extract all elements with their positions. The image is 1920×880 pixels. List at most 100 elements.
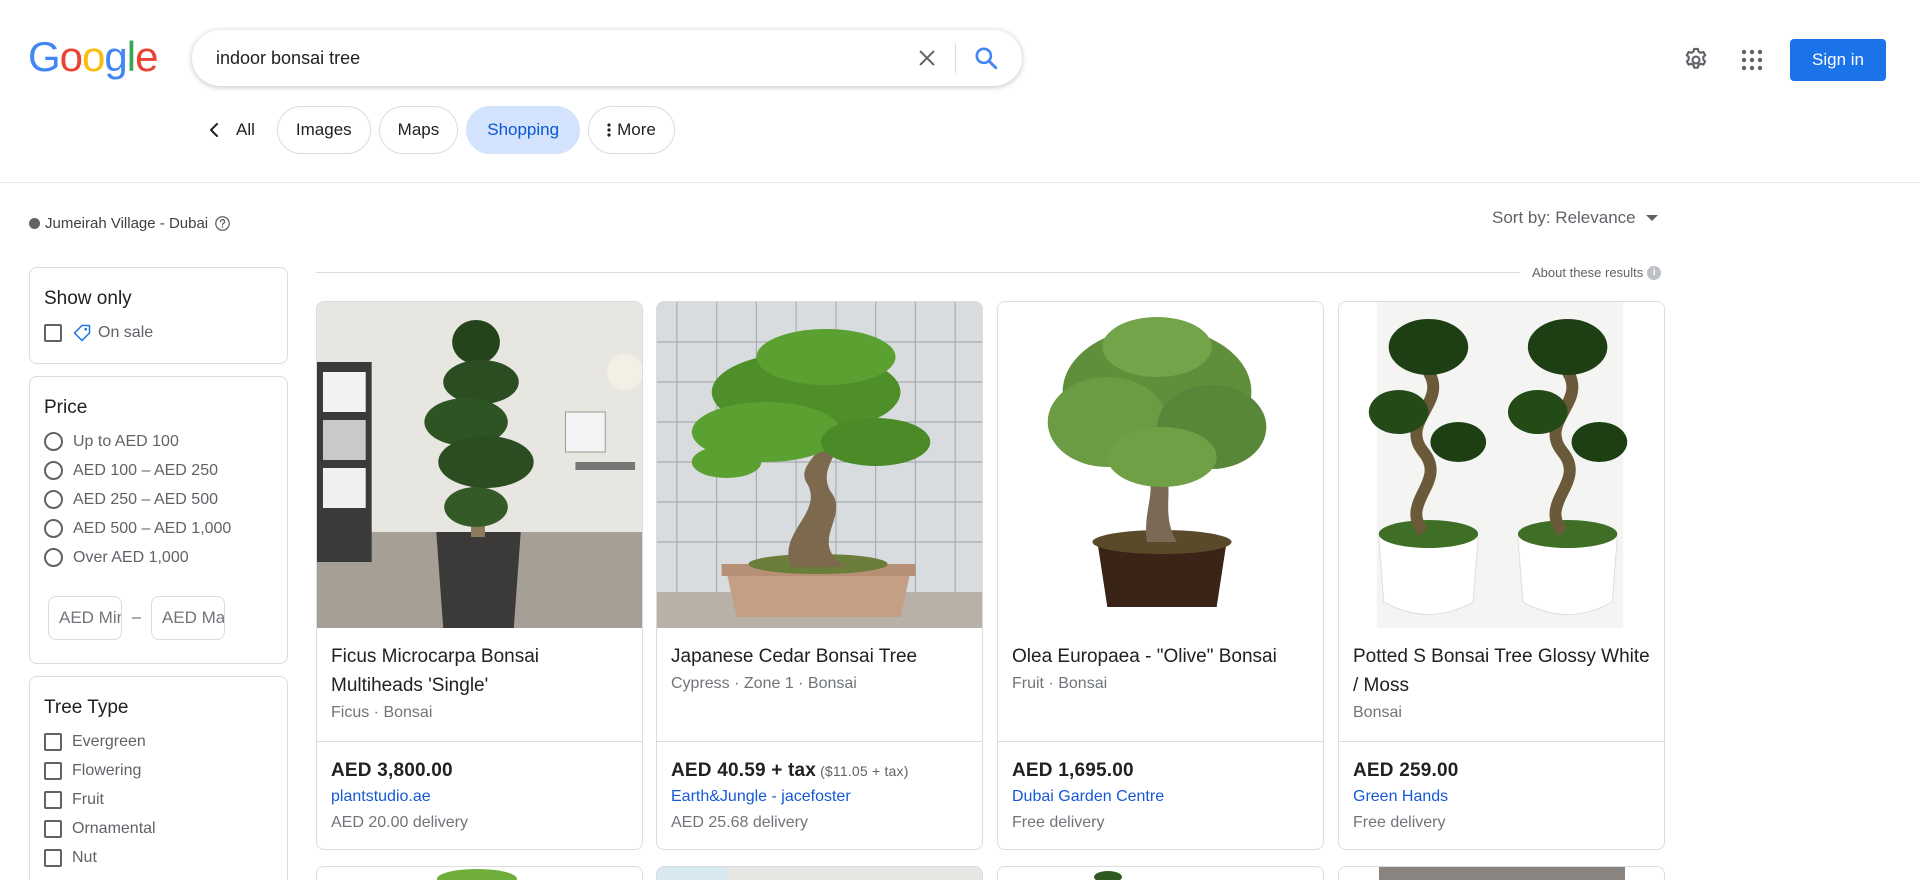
product-meta: Fruit · Bonsai bbox=[1012, 675, 1108, 692]
sort-label: Sort by: Relevance bbox=[1492, 208, 1636, 227]
logo-letter: e bbox=[135, 33, 158, 80]
price-tax-note: ($11.05 + tax) bbox=[820, 763, 909, 779]
search-box bbox=[192, 30, 1022, 86]
product-price: AED 40.59 + tax ($11.05 + tax) bbox=[671, 760, 968, 782]
range-dash: – bbox=[132, 609, 141, 626]
tree-type-option[interactable]: Ornamental bbox=[44, 814, 287, 843]
price-title: Price bbox=[44, 397, 88, 418]
product-price: AED 3,800.00 bbox=[331, 760, 628, 782]
max-price-input[interactable] bbox=[150, 596, 225, 640]
settings-button[interactable] bbox=[1680, 44, 1712, 76]
product-card[interactable]: Japanese Cedar Bonsai Tree Cypress · Zon… bbox=[656, 301, 983, 850]
product-price: AED 1,695.00 bbox=[1012, 760, 1309, 782]
tab-images[interactable]: Images bbox=[276, 106, 371, 154]
chevron-left-icon bbox=[208, 122, 220, 138]
product-meta: Ficus · Bonsai bbox=[331, 704, 433, 721]
location-indicator[interactable]: Jumeirah Village - Dubai bbox=[29, 215, 231, 232]
price-option-label: Over AED 1,000 bbox=[73, 548, 189, 566]
tree-type-label: Evergreen bbox=[72, 732, 146, 750]
price-option[interactable]: AED 250 – AED 500 bbox=[44, 485, 287, 514]
on-sale-checkbox[interactable]: On sale bbox=[44, 318, 287, 347]
product-meta: Bonsai bbox=[1353, 704, 1402, 721]
clear-search-button[interactable] bbox=[907, 38, 947, 78]
checkbox[interactable] bbox=[44, 790, 62, 809]
product-price: AED 259.00 bbox=[1353, 760, 1650, 782]
product-card-partial[interactable] bbox=[316, 866, 643, 880]
price-option[interactable]: AED 500 – AED 1,000 bbox=[44, 514, 287, 543]
radio-button[interactable] bbox=[44, 519, 63, 538]
help-icon[interactable] bbox=[214, 215, 231, 232]
radio-button[interactable] bbox=[44, 461, 63, 480]
checkbox[interactable] bbox=[44, 848, 62, 867]
product-card[interactable]: Olea Europaea - "Olive" Bonsai Fruit · B… bbox=[997, 301, 1324, 850]
product-card-partial[interactable] bbox=[997, 866, 1324, 880]
product-card[interactable]: Potted S Bonsai Tree Glossy White / Moss… bbox=[1338, 301, 1665, 850]
product-seller[interactable]: Green Hands bbox=[1353, 788, 1650, 806]
product-title[interactable]: Japanese Cedar Bonsai Tree bbox=[671, 642, 968, 671]
product-seller[interactable]: Earth&Jungle - jacefoster bbox=[671, 788, 968, 806]
tree-type-label: Fruit bbox=[72, 790, 104, 808]
radio-button[interactable] bbox=[44, 490, 63, 509]
on-sale-label: On sale bbox=[98, 323, 154, 341]
product-delivery: Free delivery bbox=[1012, 814, 1105, 831]
product-image[interactable] bbox=[1339, 302, 1664, 628]
min-price-input[interactable] bbox=[48, 596, 122, 640]
tree-type-option[interactable]: Nut bbox=[44, 843, 287, 872]
google-logo[interactable]: Google bbox=[28, 33, 158, 80]
product-title[interactable]: Olea Europaea - "Olive" Bonsai bbox=[1012, 642, 1309, 671]
gear-icon bbox=[1685, 47, 1707, 69]
info-icon: i bbox=[1647, 265, 1662, 280]
tree-type-panel: Tree Type Evergreen Flowering Fruit Orna… bbox=[29, 676, 288, 880]
product-image[interactable] bbox=[317, 302, 642, 628]
search-icon bbox=[975, 47, 998, 70]
tab-maps[interactable]: Maps bbox=[378, 106, 459, 154]
price-panel: Price Up to AED 100 AED 100 – AED 250 AE… bbox=[29, 376, 288, 664]
show-only-title: Show only bbox=[44, 288, 132, 309]
logo-letter: o bbox=[59, 33, 83, 80]
apps-button[interactable] bbox=[1736, 44, 1768, 76]
search-button[interactable] bbox=[964, 36, 1008, 80]
product-seller[interactable]: Dubai Garden Centre bbox=[1012, 788, 1309, 806]
product-image bbox=[657, 867, 982, 880]
tree-type-option[interactable]: Flowering bbox=[44, 756, 287, 785]
sort-dropdown[interactable]: Sort by: Relevance bbox=[1492, 208, 1658, 228]
checkbox[interactable] bbox=[44, 732, 62, 751]
product-card-partial[interactable] bbox=[1338, 866, 1665, 880]
price-option-label: Up to AED 100 bbox=[73, 432, 179, 450]
checkbox[interactable] bbox=[44, 323, 62, 342]
sign-in-button[interactable]: Sign in bbox=[1790, 39, 1886, 81]
more-vert-icon bbox=[607, 122, 611, 138]
product-image bbox=[998, 867, 1323, 880]
tab-shopping[interactable]: Shopping bbox=[466, 106, 581, 154]
product-seller[interactable]: plantstudio.ae bbox=[331, 788, 628, 806]
radio-button[interactable] bbox=[44, 432, 63, 451]
logo-letter: G bbox=[28, 33, 61, 80]
tab-more[interactable]: More bbox=[588, 106, 675, 154]
price-range: – bbox=[48, 596, 287, 640]
tab-all-label: All bbox=[236, 120, 255, 139]
apps-grid-icon bbox=[1741, 49, 1763, 71]
radio-button[interactable] bbox=[44, 548, 63, 567]
tab-all[interactable]: All bbox=[200, 106, 269, 154]
product-title[interactable]: Ficus Microcarpa Bonsai Multiheads 'Sing… bbox=[331, 642, 628, 700]
tree-type-label: Nut bbox=[72, 848, 97, 866]
product-image[interactable] bbox=[657, 302, 982, 628]
checkbox[interactable] bbox=[44, 761, 62, 780]
product-card-partial[interactable] bbox=[656, 866, 983, 880]
price-value: AED 40.59 + tax bbox=[671, 760, 817, 781]
price-option-label: AED 100 – AED 250 bbox=[73, 461, 218, 479]
search-input[interactable] bbox=[192, 30, 907, 86]
product-card[interactable]: Ficus Microcarpa Bonsai Multiheads 'Sing… bbox=[316, 301, 643, 850]
product-title[interactable]: Potted S Bonsai Tree Glossy White / Moss bbox=[1353, 642, 1650, 700]
checkbox[interactable] bbox=[44, 819, 62, 838]
product-image[interactable] bbox=[998, 302, 1323, 628]
tree-type-option[interactable]: Fruit bbox=[44, 785, 287, 814]
product-image bbox=[1339, 867, 1664, 880]
header-divider bbox=[0, 182, 1920, 183]
price-option[interactable]: Up to AED 100 bbox=[44, 427, 287, 456]
price-option[interactable]: Over AED 1,000 bbox=[44, 543, 287, 572]
about-results[interactable]: About these results i bbox=[1532, 265, 1662, 280]
price-value: AED 3,800.00 bbox=[331, 760, 453, 781]
tree-type-option[interactable]: Evergreen bbox=[44, 727, 287, 756]
price-option[interactable]: AED 100 – AED 250 bbox=[44, 456, 287, 485]
